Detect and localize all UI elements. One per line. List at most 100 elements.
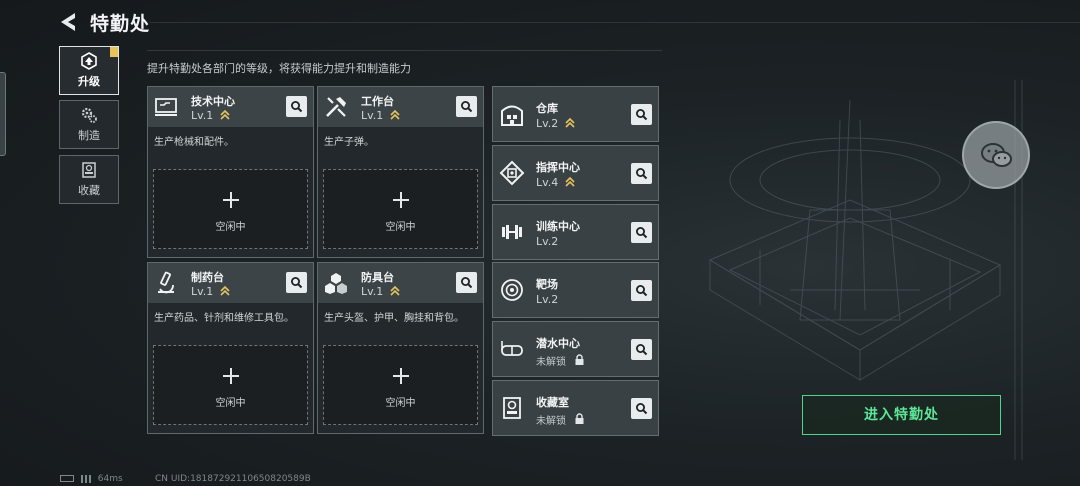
slot-status: 空闲中 (215, 222, 246, 233)
facility-collection-room[interactable]: 收藏室 未解锁 (492, 380, 659, 436)
search-button[interactable] (631, 398, 652, 419)
armor-bench-icon (325, 273, 347, 294)
search-button[interactable] (456, 272, 477, 293)
search-button[interactable] (286, 96, 307, 117)
search-button[interactable] (631, 104, 652, 125)
search-icon (291, 101, 303, 113)
facility-shooting-range[interactable]: 靶场 Lv.2 (492, 262, 659, 318)
facility-level: Lv.2 (536, 235, 559, 248)
upgrade-available-icon (565, 117, 575, 128)
plus-icon (391, 366, 411, 386)
upgrade-icon (81, 52, 97, 70)
lock-icon (575, 413, 584, 424)
search-icon (636, 109, 648, 121)
search-button[interactable] (631, 222, 652, 243)
search-icon (291, 277, 303, 289)
new-flag-badge (110, 47, 118, 57)
tab-collection[interactable]: 收藏 (59, 155, 119, 204)
department-description: 生产子弹。 (324, 137, 374, 148)
collection-icon (82, 162, 96, 178)
facility-name: 靶场 (536, 278, 558, 291)
facility-warehouse[interactable]: 仓库 Lv.2 (492, 86, 659, 142)
network-status: 64ms (60, 474, 123, 484)
search-button[interactable] (631, 339, 652, 360)
department-name: 技术中心 (191, 95, 235, 108)
department-level: Lv.1 (191, 285, 214, 298)
department-name: 制药台 (191, 271, 224, 284)
training-icon (502, 225, 522, 239)
wechat-icon (981, 143, 1012, 167)
page-title: 特勤处 (90, 13, 151, 35)
upgrade-available-icon (390, 109, 400, 120)
department-level: Lv.1 (191, 109, 214, 122)
chat-button[interactable] (962, 121, 1030, 189)
department-description: 生产枪械和配件。 (154, 137, 234, 148)
facility-training-center[interactable]: 训练中心 Lv.2 (492, 204, 659, 260)
facility-name: 仓库 (536, 102, 558, 115)
department-card-armor-bench: 防具台 Lv.1 生产头盔、护甲、胸挂和背包。 空闲中 (317, 262, 484, 434)
production-slot[interactable]: 空闲中 (323, 345, 478, 425)
department-level: Lv.1 (361, 109, 384, 122)
tab-manufacture-label: 制造 (78, 129, 100, 142)
search-icon (636, 285, 648, 297)
search-button[interactable] (631, 280, 652, 301)
department-card-workbench: 工作台 Lv.1 生产子弹。 空闲中 (317, 86, 484, 258)
tab-collection-label: 收藏 (78, 184, 100, 197)
plus-icon (221, 366, 241, 386)
upgrade-available-icon (390, 285, 400, 296)
tab-manufacture[interactable]: 制造 (59, 100, 119, 149)
plus-icon (221, 190, 241, 210)
slot-status: 空闲中 (385, 398, 416, 409)
range-icon (501, 279, 523, 301)
enter-special-ops-button[interactable]: 进入特勤处 (802, 395, 1001, 435)
user-uid: CN UID:18187292110650820589B (155, 474, 311, 484)
plus-icon (391, 190, 411, 210)
search-icon (461, 277, 473, 289)
facility-command-center[interactable]: 指挥中心 Lv.4 (492, 145, 659, 201)
search-button[interactable] (456, 96, 477, 117)
upgrade-available-icon (565, 176, 575, 187)
slot-status: 空闲中 (385, 222, 416, 233)
tech-center-icon (155, 98, 177, 116)
facility-lock-status: 未解锁 (536, 357, 566, 368)
upgrade-available-icon (220, 109, 230, 120)
side-drawer-handle[interactable] (0, 72, 6, 156)
facility-name: 收藏室 (536, 396, 569, 409)
search-button[interactable] (286, 272, 307, 293)
facility-level: Lv.2 (536, 293, 559, 306)
search-icon (636, 168, 648, 180)
search-button[interactable] (631, 163, 652, 184)
dive-center-icon (501, 341, 523, 356)
search-icon (461, 101, 473, 113)
facility-name: 训练中心 (536, 220, 580, 233)
card-header: 防具台 Lv.1 (318, 263, 483, 303)
facility-dive-center[interactable]: 潜水中心 未解锁 (492, 321, 659, 377)
production-slot[interactable]: 空闲中 (153, 345, 308, 425)
department-name: 工作台 (361, 95, 394, 108)
facility-name: 潜水中心 (536, 337, 580, 350)
workbench-icon (326, 97, 346, 117)
department-description: 生产药品、针剂和维修工具包。 (154, 313, 294, 324)
slot-status: 空闲中 (215, 398, 246, 409)
tab-upgrade-label: 升级 (78, 75, 100, 88)
search-icon (636, 227, 648, 239)
facility-level: Lv.2 (536, 117, 559, 130)
search-icon (636, 403, 648, 415)
card-header: 技术中心 Lv.1 (148, 87, 313, 127)
search-icon (636, 344, 648, 356)
department-description: 生产头盔、护甲、胸挂和背包。 (324, 313, 464, 324)
battery-icon (60, 475, 74, 482)
back-arrow-icon[interactable] (57, 11, 79, 33)
production-slot[interactable]: 空闲中 (323, 169, 478, 249)
facility-level: Lv.4 (536, 176, 559, 189)
command-center-icon (499, 160, 525, 186)
header-divider (150, 22, 1080, 23)
facility-lock-status: 未解锁 (536, 416, 566, 427)
department-level: Lv.1 (361, 285, 384, 298)
page-description: 提升特勤处各部门的等级，将获得能力提升和制造能力 (147, 62, 411, 75)
signal-icon (80, 474, 91, 483)
description-divider (147, 50, 662, 51)
production-slot[interactable]: 空闲中 (153, 169, 308, 249)
card-header: 工作台 Lv.1 (318, 87, 483, 127)
tab-upgrade[interactable]: 升级 (59, 46, 119, 95)
